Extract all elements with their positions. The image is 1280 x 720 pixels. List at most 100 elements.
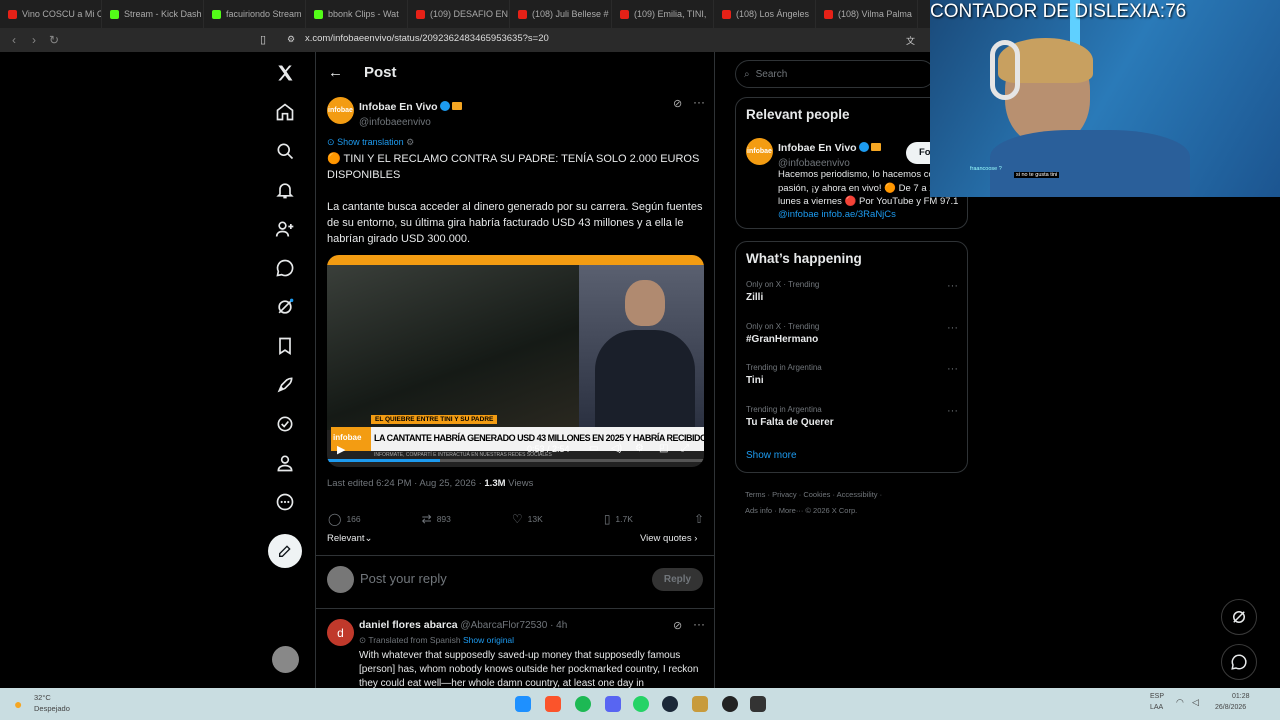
browser-tab[interactable]: bbonk Clips - Wat <box>306 0 408 28</box>
footer-links-2[interactable]: Ads info · More··· © 2026 X Corp. <box>745 503 955 519</box>
rocket-icon[interactable] <box>265 369 305 401</box>
search-input[interactable]: ⌕ Search <box>735 60 935 88</box>
weather-temp[interactable]: 32°C <box>34 693 51 702</box>
share-button[interactable]: ⇧ <box>694 512 704 526</box>
person-links[interactable]: @infobae infob.ae/3RaNjCs <box>778 209 896 220</box>
trend-item[interactable]: Only on X · Trending Zilli ··· <box>746 280 958 303</box>
author-handle[interactable]: @infobaeenvivo <box>359 117 462 128</box>
person-avatar[interactable]: infobae <box>746 138 773 165</box>
more-options-icon[interactable]: ··· <box>693 95 705 109</box>
brave-icon[interactable] <box>545 696 561 712</box>
weather-icon[interactable]: ● <box>14 696 22 712</box>
translate-icon[interactable]: 文 <box>906 34 915 47</box>
repost-button[interactable]: ⇄ 893 <box>422 512 451 526</box>
search-icon[interactable] <box>265 135 305 167</box>
reload-icon[interactable]: ↻ <box>44 33 64 47</box>
browser-tab[interactable]: facuiriondo Stream <box>204 0 306 28</box>
browser-tab[interactable]: (108) Vilma Palma <box>816 0 918 28</box>
compose-post-button[interactable] <box>268 534 302 568</box>
discord-icon[interactable] <box>605 696 621 712</box>
show-translation-link[interactable]: ⊙ Show translation ⚙ <box>327 137 414 148</box>
trend-item[interactable]: Trending in Argentina Tu Falta de Querer ·… <box>746 405 958 428</box>
reply-author-name[interactable]: daniel flores abarca <box>359 619 458 631</box>
chevron-right-icon: › <box>694 533 698 544</box>
x-logo-icon[interactable] <box>265 57 305 89</box>
crowd-scene <box>327 265 579 430</box>
author-name[interactable]: Infobae En Vivo <box>359 101 438 113</box>
back-arrow-icon[interactable]: ‹ <box>4 33 24 47</box>
obs-icon[interactable] <box>722 696 738 712</box>
view-quotes-link[interactable]: View quotes › <box>640 533 697 544</box>
whatsapp-icon[interactable] <box>633 696 649 712</box>
trend-item[interactable]: Trending in Argentina Tini ··· <box>746 363 958 386</box>
grok-float-button[interactable] <box>1221 599 1257 635</box>
browser-tab[interactable]: (108) Los Ángeles <box>714 0 816 28</box>
forward-arrow-icon[interactable]: › <box>24 33 44 47</box>
browser-tab[interactable]: Stream - Kick Dash <box>102 0 204 28</box>
bookmark-button[interactable]: ▯ 1.7K <box>604 512 633 526</box>
language-indicator[interactable]: ESP <box>1150 693 1164 700</box>
video-player[interactable]: EL QUIEBRE ENTRE TINI Y SU PADRE infobae… <box>327 255 704 467</box>
footer-links-1[interactable]: Terms · Privacy · Cookies · Accessibilit… <box>745 487 955 503</box>
url-text[interactable]: x.com/infobaeenvivo/status/2092362483465… <box>305 33 549 44</box>
browser-tab[interactable]: Vino COSCU a Mi C <box>0 0 102 28</box>
follow-icon[interactable] <box>265 213 305 245</box>
grok-icon[interactable] <box>265 291 305 323</box>
browser-tab[interactable]: (109) DESAFIO EN <box>408 0 510 28</box>
reply-button[interactable]: ◯ 166 <box>328 512 361 526</box>
reply-time[interactable]: · 4h <box>550 620 567 631</box>
spotify-icon[interactable] <box>575 696 591 712</box>
post-header: ← Post <box>316 52 716 92</box>
reply-input[interactable]: Post your reply <box>360 571 447 586</box>
fullscreen-icon[interactable]: ⤢ <box>681 443 689 454</box>
trend-more-icon[interactable]: ··· <box>947 322 958 334</box>
translated-label: Translated from Spanish <box>368 635 461 645</box>
browser-tab[interactable]: (108) Juli Bellese # <box>510 0 612 28</box>
browser-tab[interactable]: (109) Emilia, TINI, <box>612 0 714 28</box>
back-arrow-icon[interactable]: ← <box>328 64 343 81</box>
account-avatar[interactable] <box>272 646 299 673</box>
grok-icon[interactable]: ⊘ <box>673 97 682 110</box>
repost-count: 893 <box>436 514 451 524</box>
show-more-link[interactable]: Show more <box>746 450 797 461</box>
volume-tray-icon[interactable]: ◁ <box>1192 697 1199 708</box>
reply-grok-icon[interactable]: ⊘ <box>673 619 682 632</box>
picture-in-picture-icon[interactable]: ◰ <box>659 443 668 454</box>
settings-icon[interactable]: ⚙ <box>635 443 644 454</box>
clock-time[interactable]: 01:28 <box>1232 693 1250 700</box>
like-button[interactable]: ♡ 13K <box>512 512 543 526</box>
author-avatar[interactable]: infobae <box>327 97 354 124</box>
steam-icon[interactable] <box>662 696 678 712</box>
bookmarks-icon[interactable] <box>265 330 305 362</box>
wifi-icon[interactable]: ◠ <box>1176 697 1184 708</box>
reply-author-handle[interactable]: @AbarcaFlor72530 <box>460 620 547 631</box>
home-icon[interactable] <box>265 96 305 128</box>
verified-icon[interactable] <box>265 408 305 440</box>
app-icon[interactable] <box>750 696 766 712</box>
play-icon[interactable]: ▶ <box>337 443 345 456</box>
captions-icon[interactable]: ▭ <box>589 443 598 454</box>
windows-start-icon[interactable] <box>515 696 531 712</box>
profile-icon[interactable] <box>265 447 305 479</box>
trend-item[interactable]: Only on X · Trending #GranHermano ··· <box>746 322 958 345</box>
trend-more-icon[interactable]: ··· <box>947 363 958 375</box>
reply-more-icon[interactable]: ··· <box>693 617 705 631</box>
person-name[interactable]: Infobae En Vivo <box>778 142 857 154</box>
edited-time[interactable]: Last edited 6:24 PM · Aug 25, 2026 · <box>327 478 484 489</box>
trend-more-icon[interactable]: ··· <box>947 280 958 292</box>
site-info-icon[interactable]: ⚙ <box>287 34 295 45</box>
messages-float-button[interactable] <box>1221 644 1257 680</box>
league-icon[interactable] <box>692 696 708 712</box>
more-icon[interactable] <box>265 486 305 518</box>
volume-icon[interactable]: ◁) <box>611 443 622 454</box>
reply-author-avatar[interactable]: d <box>327 619 354 646</box>
messages-icon[interactable] <box>265 252 305 284</box>
relevant-dropdown[interactable]: Relevant⌄ <box>327 533 372 544</box>
notifications-icon[interactable] <box>265 174 305 206</box>
trend-more-icon[interactable]: ··· <box>947 405 958 417</box>
bookmark-star-icon[interactable]: ▯ <box>260 33 266 46</box>
video-progress-track[interactable] <box>327 459 704 462</box>
anchor-figure <box>625 280 665 326</box>
reply-submit-button[interactable]: Reply <box>652 568 703 591</box>
show-original-link[interactable]: Show original <box>463 635 514 645</box>
